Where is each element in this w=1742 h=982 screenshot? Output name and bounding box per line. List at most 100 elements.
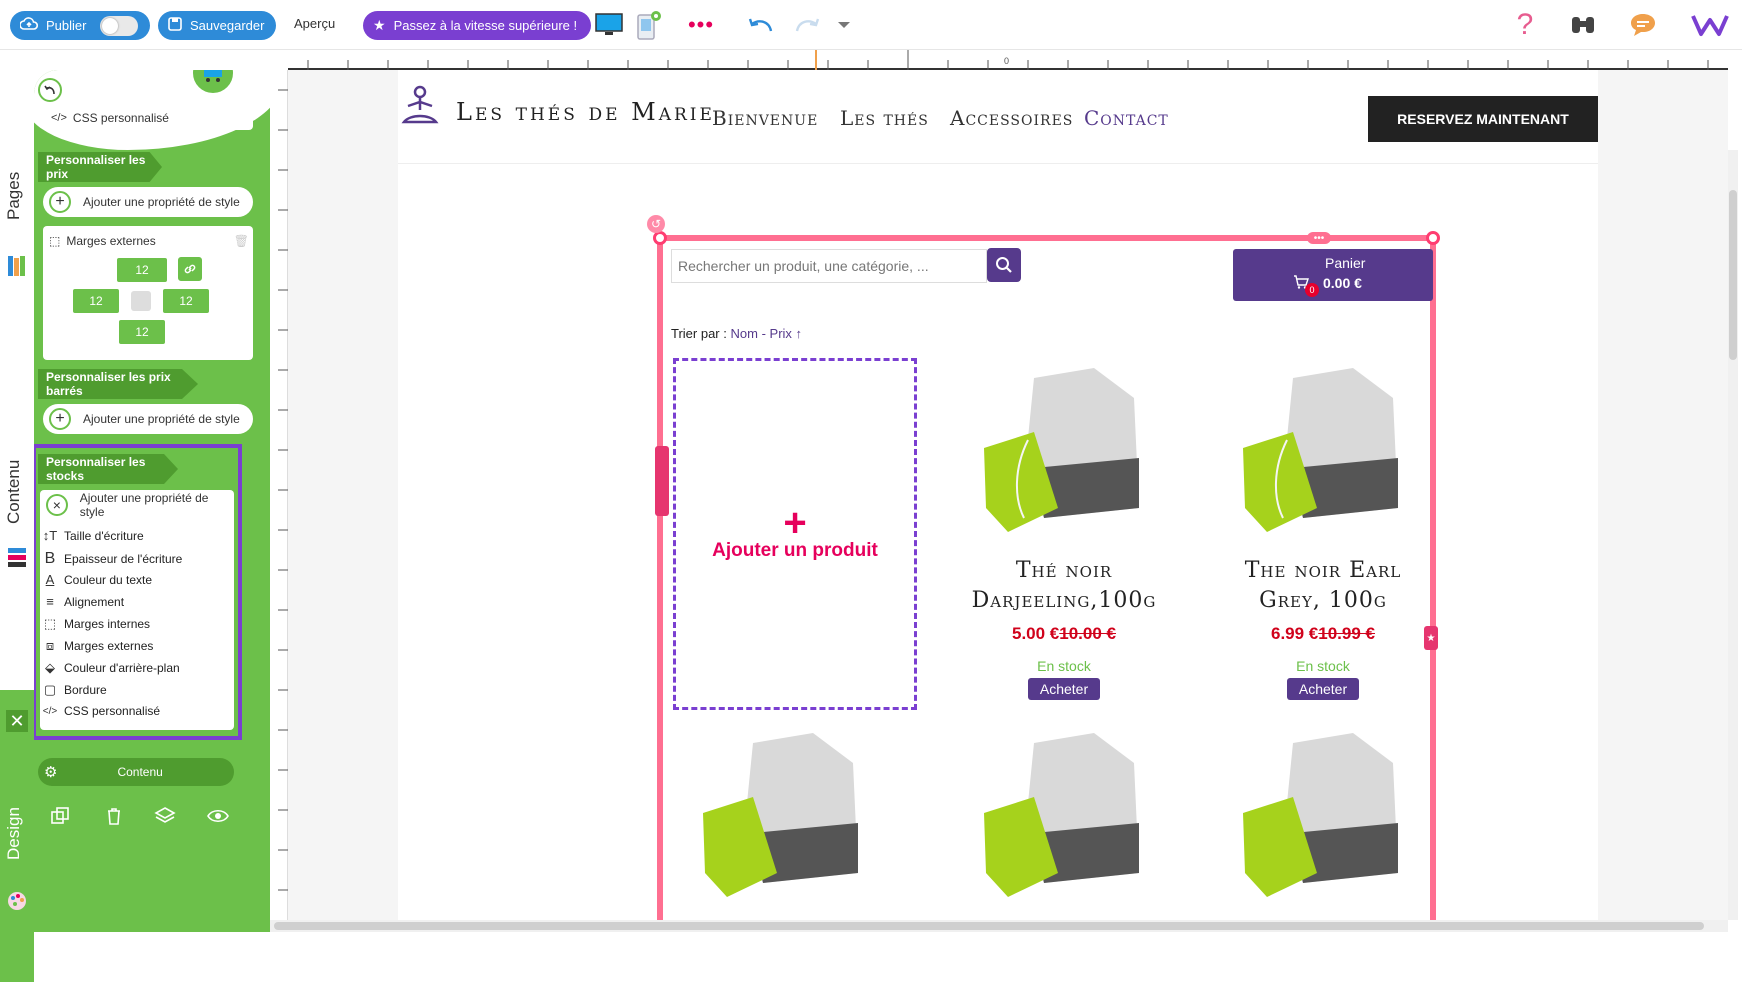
code-icon: </> <box>51 112 67 124</box>
publish-button[interactable]: Publier <box>10 11 151 40</box>
undo-icon[interactable] <box>746 10 776 40</box>
css-custom-top[interactable]: </> CSS personnalisé <box>43 106 253 130</box>
margin-right-input[interactable]: 12 <box>163 289 209 313</box>
header-divider <box>398 163 1598 164</box>
product-card[interactable]: The noir Earl Grey, 100g 6.99 €10.99 € E… <box>1203 358 1443 700</box>
tab-design[interactable]: Design <box>4 807 24 860</box>
redo-icon[interactable] <box>792 10 822 40</box>
style-option-border[interactable]: ▢ Bordure <box>42 682 107 698</box>
drag-handle-left[interactable] <box>655 446 669 516</box>
buy-button[interactable]: Acheter <box>1027 678 1101 700</box>
resize-handle-top-right[interactable] <box>1426 231 1440 245</box>
back-icon[interactable] <box>38 78 62 102</box>
preview-link[interactable]: Aperçu <box>294 16 335 31</box>
binoculars-icon[interactable] <box>1568 10 1598 40</box>
add-style-prices[interactable]: + Ajouter une propriété de style <box>43 187 253 217</box>
content-footer-label: Contenu <box>117 765 163 779</box>
save-button[interactable]: Sauvegarder <box>158 11 277 40</box>
widget-menu-icon[interactable]: ••• <box>1307 232 1331 244</box>
pin-icon[interactable]: ★ <box>1424 626 1438 650</box>
paint-bucket-icon: ⬙ <box>45 660 55 675</box>
add-product-label: Ajouter un produit <box>712 540 878 561</box>
resize-handle-top-left[interactable] <box>653 231 667 245</box>
product-price: 6.99 €10.99 € <box>1271 624 1375 643</box>
code-icon: </> <box>42 705 58 717</box>
product-card[interactable]: Thé noir Darjeeling,100g 5.00 €10.00 € E… <box>944 358 1184 700</box>
buy-button[interactable]: Acheter <box>1286 678 1360 700</box>
content-footer-button[interactable]: ⚙ Contenu <box>38 758 234 786</box>
trash-icon[interactable]: 🗑 <box>234 234 249 248</box>
style-option-background[interactable]: ⬙ Couleur d'arrière-plan <box>42 660 180 676</box>
stocks-box: × Ajouter une propriété de style ↕T Taill… <box>40 490 234 730</box>
sort-prefix: Trier par : <box>671 326 727 341</box>
close-icon[interactable]: ✕ <box>6 710 28 732</box>
help-icon[interactable]: ? <box>1510 8 1540 41</box>
cloud-upload-icon <box>19 17 39 34</box>
tab-pages[interactable]: Pages <box>4 172 24 220</box>
product-old-price: 10.99 € <box>1318 624 1375 643</box>
product-title[interactable]: The noir Earl Grey, 100g <box>1213 556 1433 616</box>
plus-icon: + <box>49 408 71 430</box>
margin-bottom-input[interactable]: 12 <box>119 320 165 344</box>
add-style-struck-prices[interactable]: + Ajouter une propriété de style <box>43 404 253 434</box>
vertical-scroll-thumb[interactable] <box>1729 190 1737 360</box>
duplicate-icon[interactable] <box>50 806 70 826</box>
style-option-padding[interactable]: ⬚ Marges internes <box>42 616 150 632</box>
style-option-alignment[interactable]: ≡ Alignement <box>42 594 124 609</box>
brand-logo-icon <box>1690 10 1730 40</box>
search-button[interactable] <box>987 248 1021 282</box>
style-option-margin[interactable]: ⧈ Marges externes <box>42 638 154 654</box>
site-page: Les thés de Marie Bienvenue Les thés Acc… <box>398 70 1598 920</box>
tea-bag-image <box>703 733 858 897</box>
chat-icon[interactable] <box>1628 10 1658 40</box>
cart-button[interactable]: Panier 0 0.00 € <box>1233 249 1433 301</box>
margin-top-input[interactable]: 12 <box>117 258 167 282</box>
section-stocks[interactable]: Personnaliser les stocks <box>38 454 178 484</box>
eye-icon[interactable] <box>206 808 230 826</box>
product-title[interactable]: Thé noir Darjeeling,100g <box>964 556 1164 616</box>
nav-accessories[interactable]: Accessoires <box>950 106 1073 130</box>
horizontal-scroll-thumb[interactable] <box>274 922 1704 930</box>
margins-box: ⬚ Marges externes 🗑 12 12 12 12 <box>43 226 253 360</box>
history-dropdown-icon[interactable] <box>834 10 854 40</box>
rotate-icon[interactable]: ↺ <box>647 215 665 233</box>
mobile-view-icon[interactable] <box>634 10 664 40</box>
bold-icon: B <box>44 550 56 567</box>
horizontal-scrollbar[interactable] <box>270 920 1728 932</box>
layers-icon[interactable] <box>154 806 176 826</box>
side-tabs: Pages Contenu ✕ Design <box>0 50 34 982</box>
sort-by-price[interactable]: Prix ↑ <box>770 326 803 341</box>
x-circle-icon: × <box>46 494 68 516</box>
upgrade-button[interactable]: ★ Passez à la vitesse supérieure ! <box>363 11 592 40</box>
desktop-view-icon[interactable] <box>594 10 624 40</box>
margin-left-input[interactable]: 12 <box>73 289 119 313</box>
nav-welcome[interactable]: Bienvenue <box>712 106 818 130</box>
tab-content[interactable]: Contenu <box>4 460 24 524</box>
section-prices[interactable]: Personnaliser les prix <box>38 152 162 182</box>
add-style-label: Ajouter une propriété de style <box>83 195 240 209</box>
style-option-custom-css[interactable]: </> CSS personnalisé <box>42 704 160 718</box>
sort-by-name[interactable]: Nom <box>730 326 757 341</box>
delete-icon[interactable] <box>104 806 124 826</box>
star-icon: ★ <box>373 17 386 33</box>
nav-contact[interactable]: Contact <box>1084 106 1169 130</box>
publish-toggle[interactable] <box>100 15 139 36</box>
site-brand[interactable]: Les thés de Marie <box>456 98 715 126</box>
nav-teas[interactable]: Les thés <box>840 106 929 130</box>
style-option-font-size[interactable]: ↕T Taille d'écriture <box>42 528 144 543</box>
reserve-button[interactable]: RESERVEZ MAINTENANT <box>1368 96 1598 142</box>
product-search-input[interactable]: Rechercher un produit, une catégorie, ..… <box>671 249 987 283</box>
style-option-font-weight[interactable]: B Epaisseur de l'écriture <box>42 550 183 568</box>
more-options-icon[interactable]: ••• <box>686 10 716 40</box>
add-product-placeholder[interactable]: + Ajouter un produit <box>673 358 917 710</box>
floppy-icon <box>168 17 182 34</box>
margin-outer-icon: ⬚ <box>49 234 61 248</box>
margins-header: ⬚ Marges externes <box>49 234 156 248</box>
style-panel: </> CSS personnalisé Personnaliser les p… <box>34 70 270 932</box>
vertical-scrollbar[interactable] <box>1728 150 1738 920</box>
sort-separator: - <box>761 326 766 341</box>
section-struck-prices[interactable]: Personnaliser les prix barrés <box>38 369 198 399</box>
link-icon[interactable] <box>177 256 203 282</box>
style-option-text-color[interactable]: A Couleur du texte <box>42 572 152 587</box>
close-style-menu[interactable]: × Ajouter une propriété de style <box>40 490 234 520</box>
